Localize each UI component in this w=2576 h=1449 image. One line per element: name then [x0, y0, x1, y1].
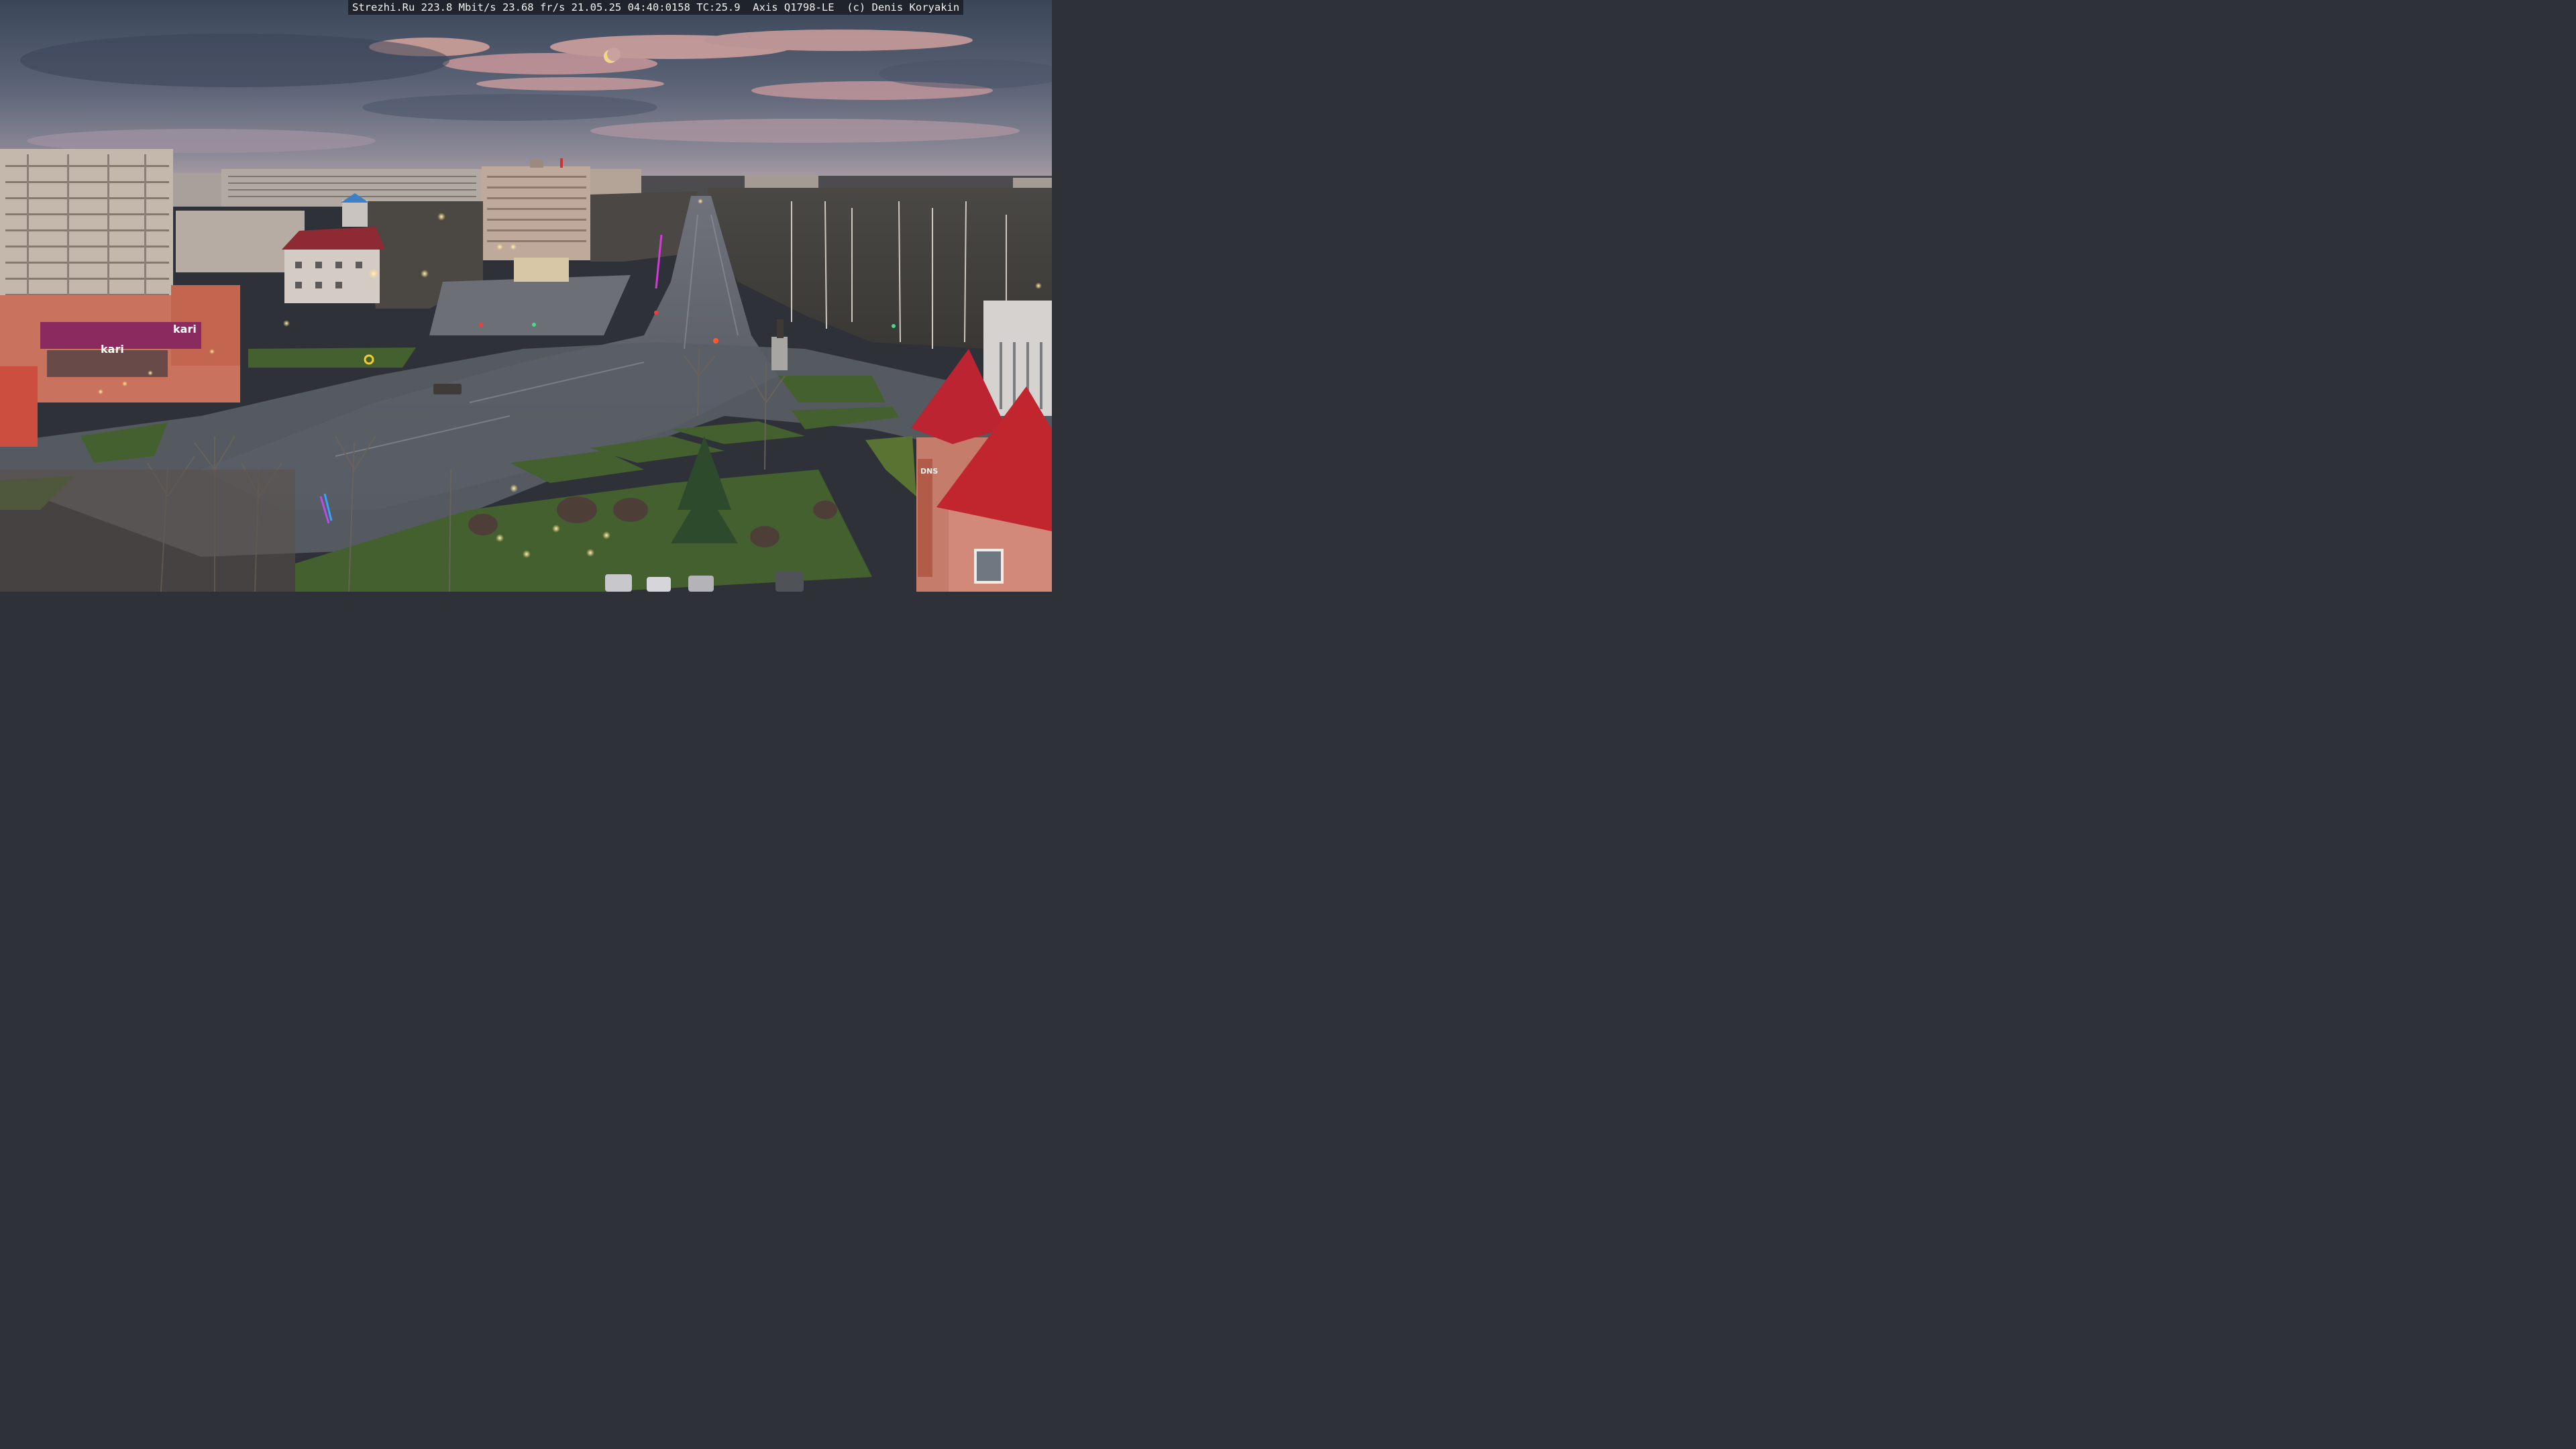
blue-tower — [342, 200, 368, 227]
right-lawn-strip — [865, 436, 916, 496]
center-small-building — [514, 258, 569, 282]
dns-sign: DNS — [920, 467, 938, 476]
monument-pedestal — [771, 337, 788, 370]
monument-statue — [777, 319, 784, 338]
webcam-frame: kari kari DNS Strezhi.Ru 223.8 Mbit/s 23… — [0, 0, 1052, 592]
kari-sign-right: kari — [173, 323, 197, 335]
foreground-tree-mass — [0, 470, 295, 592]
city-scene: kari kari DNS — [0, 0, 1052, 592]
red-roof-house — [282, 227, 385, 303]
camera-overlay-text: Strezhi.Ru 223.8 Mbit/s 23.68 fr/s 21.05… — [348, 0, 964, 15]
plaza — [429, 275, 631, 335]
kari-sign-left: kari — [101, 343, 124, 356]
